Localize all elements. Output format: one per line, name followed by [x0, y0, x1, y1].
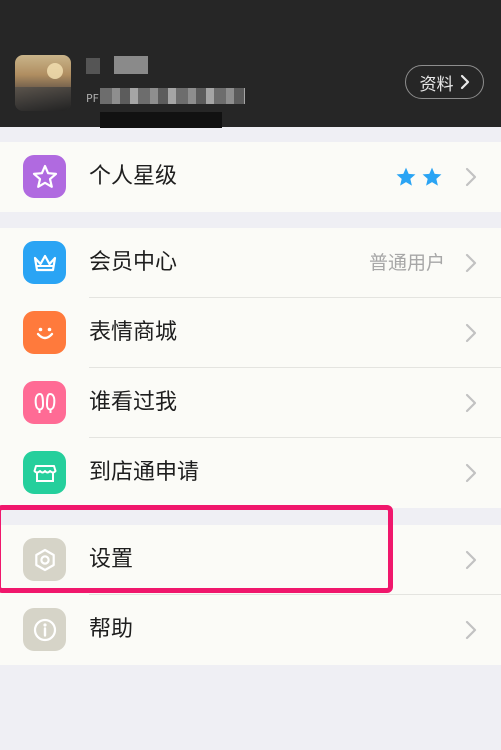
star-filled-icon [422, 167, 442, 186]
username-redacted [114, 56, 148, 74]
chevron-right-icon [460, 74, 469, 90]
menu-item-label: 到店通申请 [89, 460, 200, 485]
info-icon [23, 608, 66, 651]
menu-item-store-apply[interactable]: 到店通申请 [0, 438, 501, 508]
profile-button[interactable]: 资料 [405, 65, 484, 99]
menu-item-who-visited[interactable]: 谁看过我 [0, 368, 501, 438]
chevron-right-icon [465, 253, 477, 273]
chevron-right-icon [465, 393, 477, 413]
chevron-right-icon [465, 620, 477, 640]
section-rating: 个人星级 [0, 142, 501, 212]
profile-button-label: 资料 [419, 74, 454, 95]
menu-item-label: 表情商城 [89, 320, 178, 345]
menu-item-member-center[interactable]: 会员中心 普通用户 [0, 228, 501, 298]
menu-item-label: 会员中心 [89, 250, 178, 275]
signature-redacted [100, 88, 245, 104]
menu-item-label: 个人星级 [89, 164, 178, 189]
star-icon [23, 155, 66, 198]
chevron-right-icon [465, 167, 477, 187]
username-redacted [86, 58, 100, 74]
name-fragment: PF [86, 92, 99, 105]
crown-icon [23, 241, 66, 284]
star-rating [395, 166, 443, 188]
smiley-icon [23, 311, 66, 354]
section-services: 会员中心 普通用户 表情商城 谁看过我 到店通申请 [0, 228, 501, 508]
settings-highlight-box [0, 505, 393, 593]
store-icon [23, 451, 66, 494]
avatar[interactable] [15, 55, 71, 111]
star-filled-icon [396, 167, 416, 186]
chevron-right-icon [465, 323, 477, 343]
member-level-value: 普通用户 [368, 252, 445, 274]
menu-item-label: 帮助 [89, 617, 134, 642]
menu-item-label: 谁看过我 [89, 390, 178, 415]
menu-item-help[interactable]: 帮助 [0, 595, 501, 665]
signature-redacted [100, 112, 222, 128]
menu-item-emoji-store[interactable]: 表情商城 [0, 298, 501, 368]
footprints-icon [23, 381, 66, 424]
menu-item-star-level[interactable]: 个人星级 [0, 142, 501, 212]
chevron-right-icon [465, 550, 477, 570]
profile-header: PF 资料 [0, 0, 501, 128]
chevron-right-icon [465, 463, 477, 483]
